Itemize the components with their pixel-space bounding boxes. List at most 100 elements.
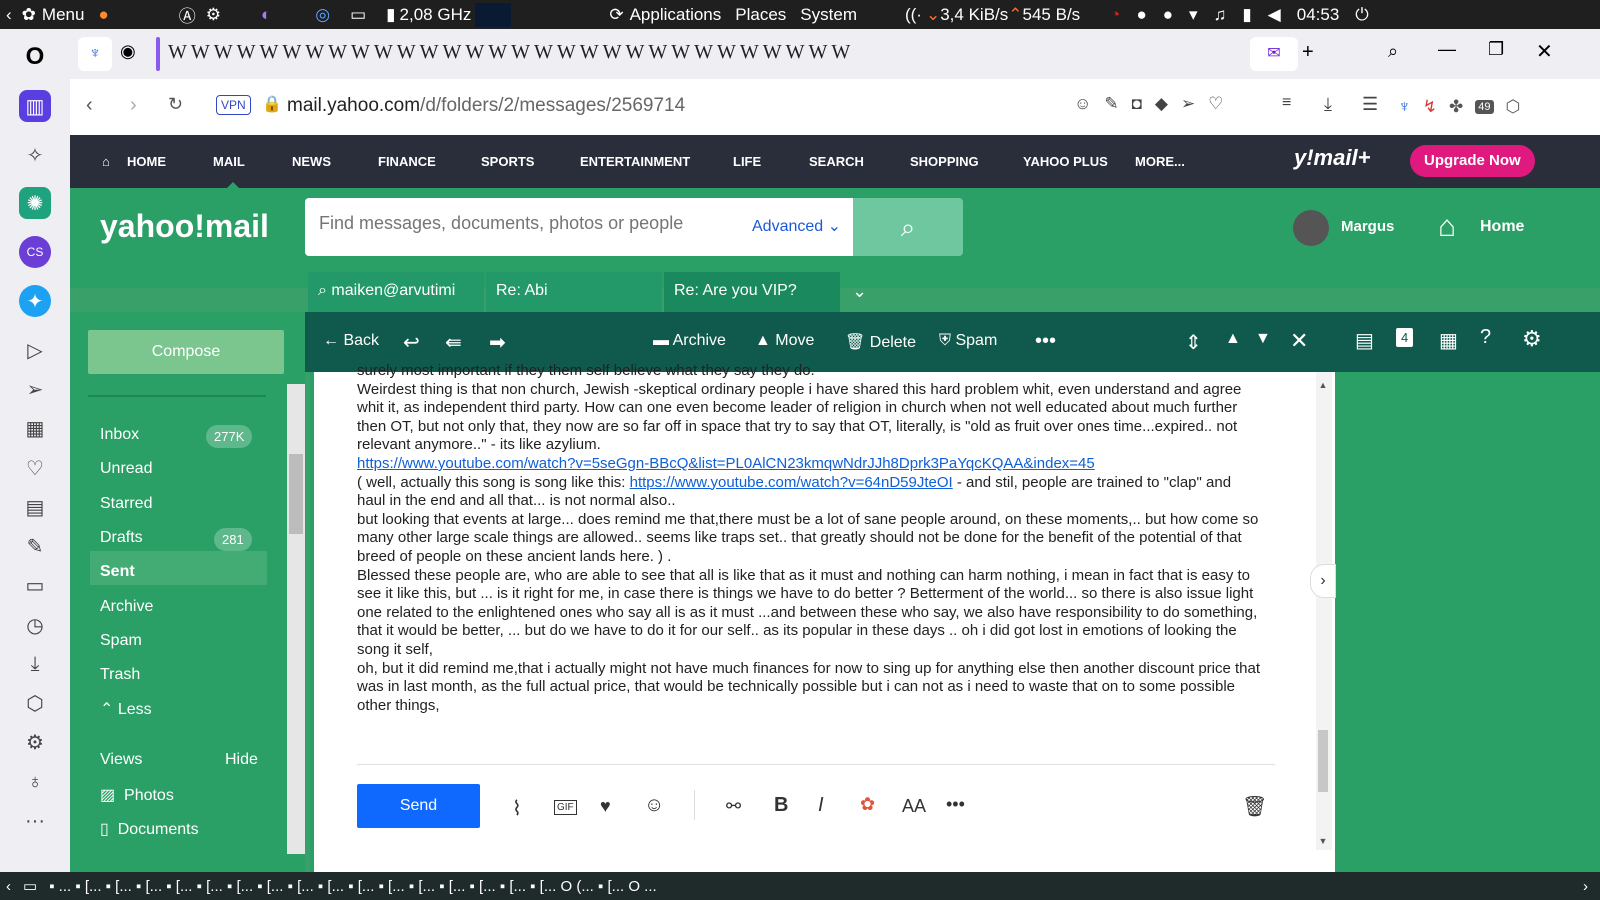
- gif-icon[interactable]: GIF: [554, 800, 577, 815]
- view-documents[interactable]: ▯ Documents: [100, 819, 199, 839]
- compose-button[interactable]: Compose: [88, 330, 284, 374]
- nav-home[interactable]: HOME: [127, 154, 166, 169]
- color-icon[interactable]: ✿: [860, 794, 875, 815]
- nav-home-icon[interactable]: ⌂: [102, 154, 110, 169]
- twitter-icon[interactable]: ✦: [19, 285, 51, 317]
- sidebar-item-spam[interactable]: Spam: [100, 632, 142, 650]
- link-icon[interactable]: ⚯: [726, 796, 741, 817]
- nav-life[interactable]: LIFE: [733, 154, 761, 169]
- message-link[interactable]: https://www.youtube.com/watch?v=64nD59Jt…: [630, 474, 953, 491]
- tray-icon-1[interactable]: ●: [1136, 5, 1146, 25]
- bold-icon[interactable]: B: [774, 794, 788, 817]
- delete-button[interactable]: 🗑 Delete: [845, 332, 916, 352]
- settings-launcher-icon[interactable]: ⚙: [206, 5, 221, 25]
- ai-stars-icon[interactable]: ✧: [19, 139, 51, 171]
- player-bar-icon[interactable]: ≡: [1282, 94, 1291, 112]
- sidebar-item-unread[interactable]: Unread: [100, 460, 152, 478]
- search-button[interactable]: ⌕: [853, 198, 963, 256]
- edit-icon[interactable]: ✎: [19, 530, 51, 562]
- tab-message-2[interactable]: Re: Are you VIP?: [664, 272, 840, 314]
- yahoo-mail-logo[interactable]: yahoo!mail: [100, 208, 269, 245]
- extension-2-icon[interactable]: ↯: [1423, 97, 1437, 117]
- discard-draft-icon[interactable]: 🗑: [1242, 794, 1267, 819]
- minimize-icon[interactable]: —: [1438, 39, 1456, 60]
- expand-panel-chevron-icon[interactable]: ›: [1310, 564, 1336, 598]
- more-actions-icon[interactable]: •••: [1035, 330, 1056, 353]
- tab-pinned-icon[interactable]: ♆: [78, 37, 112, 71]
- url-input[interactable]: mail.yahoo.com/d/folders/2/messages/2569…: [287, 95, 685, 117]
- more-format-icon[interactable]: •••: [946, 794, 965, 815]
- cs-icon[interactable]: CS: [19, 236, 51, 268]
- battery-icon[interactable]: ▮: [1242, 5, 1251, 25]
- reader-icon[interactable]: ▥: [19, 90, 51, 122]
- tab-message-1[interactable]: Re: Abi: [486, 272, 662, 314]
- sidebar-item-starred[interactable]: Starred: [100, 495, 152, 513]
- upgrade-now-button[interactable]: Upgrade Now: [1410, 145, 1535, 177]
- tab-favicons[interactable]: WWWWWWWWWWWWWWWWWWWWWWWWWWWWWW: [168, 41, 854, 64]
- volume-icon[interactable]: ◀: [1268, 5, 1281, 25]
- menu-arrow-icon[interactable]: ‹: [6, 5, 12, 25]
- nav-news[interactable]: NEWS: [292, 154, 331, 169]
- address-bar-actions[interactable]: ☺✎◘◆➢♡: [1074, 94, 1236, 114]
- send-icon[interactable]: ➢: [19, 373, 51, 405]
- new-tab-icon[interactable]: +: [1302, 41, 1314, 64]
- wifi-icon[interactable]: ▾: [1189, 5, 1198, 25]
- news-icon[interactable]: ▤: [19, 491, 51, 523]
- view-photos[interactable]: ▨ Photos: [100, 785, 174, 805]
- notepad-icon[interactable]: ▦: [1439, 328, 1458, 353]
- settings-gear-icon[interactable]: ⚙: [1522, 326, 1542, 352]
- previous-message-icon[interactable]: ▲: [1225, 330, 1241, 348]
- player-icon[interactable]: ▷: [19, 334, 51, 366]
- attach-icon[interactable]: ⌇: [512, 796, 522, 821]
- notification-bell-icon[interactable]: ♫: [1214, 5, 1227, 25]
- downloads-icon[interactable]: ⤓: [19, 648, 51, 680]
- spam-button[interactable]: ⛨ Spam: [939, 332, 997, 350]
- places-menu[interactable]: Places: [735, 5, 786, 25]
- advanced-search-button[interactable]: Advanced ⌄: [752, 216, 841, 236]
- extension-badge[interactable]: 49: [1475, 100, 1494, 114]
- archive-button[interactable]: ▬ Archive: [653, 332, 726, 350]
- sidebar-item-archive[interactable]: Archive: [100, 598, 153, 616]
- bulb-icon[interactable]: ♁: [19, 766, 51, 798]
- sidebar-item-inbox[interactable]: Inbox: [100, 426, 139, 444]
- applications-menu[interactable]: Applications: [630, 5, 722, 25]
- nav-finance[interactable]: FINANCE: [378, 154, 436, 169]
- sidebar-scrollbar[interactable]: [287, 384, 305, 854]
- taskbar-items[interactable]: ▪ ... ▪ [... ▪ [... ▪ [... ▪ [... ▪ [...…: [49, 878, 656, 895]
- expand-icon[interactable]: ⇕: [1185, 330, 1202, 355]
- home-link[interactable]: Home: [1480, 218, 1524, 236]
- reply-all-icon[interactable]: ⇚: [445, 330, 462, 355]
- next-message-icon[interactable]: ▼: [1255, 330, 1271, 348]
- settings-icon[interactable]: ⚙: [19, 726, 51, 758]
- power-icon[interactable]: ⏻: [1355, 5, 1368, 25]
- lock-icon[interactable]: 🔒: [262, 94, 282, 114]
- chatgpt-icon[interactable]: ✺: [19, 187, 51, 219]
- restore-icon[interactable]: ❐: [1488, 39, 1504, 60]
- less-toggle[interactable]: ⌃ Less: [100, 699, 152, 719]
- clock[interactable]: 04:53: [1297, 5, 1340, 25]
- nav-more[interactable]: MORE...: [1135, 154, 1185, 169]
- forward-nav-icon[interactable]: ›: [130, 94, 137, 117]
- send-button[interactable]: Send: [357, 784, 480, 828]
- firefox-icon[interactable]: ●: [98, 5, 108, 25]
- close-window-icon[interactable]: ✕: [1536, 39, 1553, 64]
- reply-icon[interactable]: ↩: [403, 330, 420, 355]
- views-hide-link[interactable]: Hide: [225, 751, 258, 769]
- font-size-icon[interactable]: AA: [902, 796, 926, 817]
- download-icon[interactable]: ⤓: [1324, 94, 1332, 115]
- menu-icon[interactable]: ✿: [22, 5, 36, 25]
- sidebar-item-sent[interactable]: Sent: [100, 563, 135, 581]
- back-button[interactable]: ← Back: [323, 332, 379, 350]
- sidebar-item-drafts[interactable]: Drafts: [100, 529, 143, 547]
- opera-launcher-icon[interactable]: ◎: [315, 5, 330, 25]
- history-icon[interactable]: ◷: [19, 609, 51, 641]
- extension-1-icon[interactable]: ♆: [1398, 97, 1411, 117]
- launcher-icon[interactable]: Ⓐ: [179, 2, 196, 27]
- emoji-icon[interactable]: ☺: [644, 794, 664, 817]
- easy-setup-icon[interactable]: ☰: [1362, 94, 1378, 115]
- extension-cube-icon[interactable]: ⬡: [1506, 97, 1521, 117]
- tab-search[interactable]: ⌕ maiken@arvutimi: [308, 272, 484, 314]
- app-icon[interactable]: ◐: [261, 5, 271, 25]
- close-message-icon[interactable]: ✕: [1290, 328, 1308, 354]
- vpn-badge[interactable]: VPN: [216, 95, 251, 115]
